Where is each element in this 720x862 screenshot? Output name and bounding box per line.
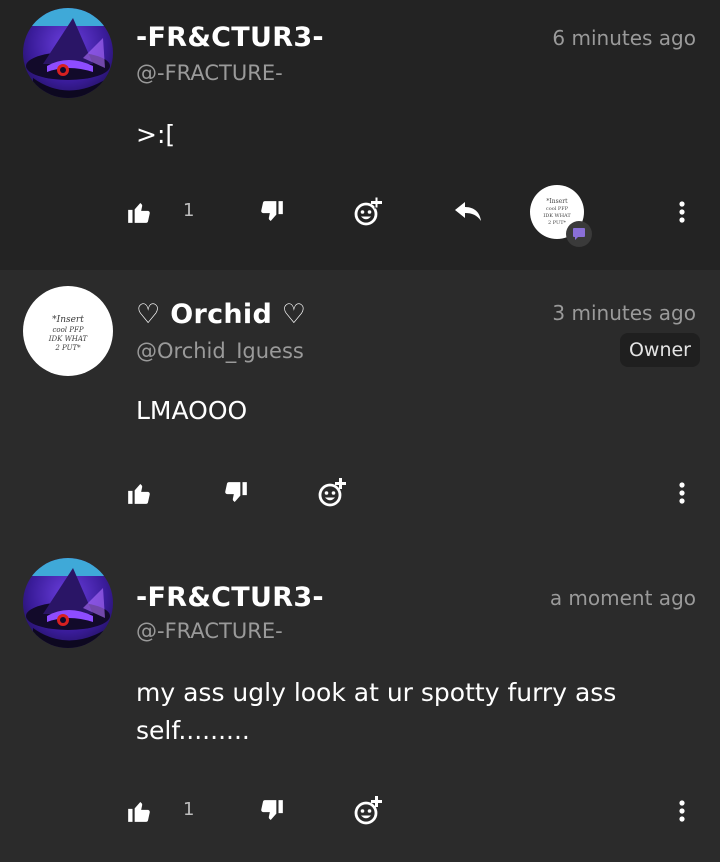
svg-text:*Insert: *Insert bbox=[52, 315, 84, 325]
user-handle[interactable]: @-FRACTURE- bbox=[136, 619, 283, 643]
like-count: 1 bbox=[183, 799, 195, 820]
more-options-button[interactable] bbox=[672, 791, 692, 831]
display-name[interactable]: ♡ Orchid ♡ bbox=[136, 299, 306, 330]
like-button[interactable] bbox=[124, 791, 154, 831]
like-count: 1 bbox=[183, 200, 195, 221]
display-name[interactable]: -FR&CTUR3- bbox=[136, 22, 324, 53]
timestamp: 3 minutes ago bbox=[552, 301, 696, 325]
thumbs-up-icon bbox=[128, 802, 150, 822]
like-button[interactable] bbox=[124, 473, 154, 513]
dislike-button[interactable] bbox=[221, 473, 251, 513]
comment-actions bbox=[0, 473, 720, 513]
comment-card: -FR&CTUR3- @-FRACTURE- a moment ago my a… bbox=[0, 550, 720, 862]
add-reaction-button[interactable] bbox=[351, 791, 385, 831]
comment-card: *Insert cool PFP IDK WHAT 2 PUT* ♡ Orchi… bbox=[0, 270, 720, 550]
timestamp: a moment ago bbox=[549, 586, 696, 610]
comment-actions: 1 *Insert cool PFP IDK WHAT 2 PUT* bbox=[0, 185, 720, 247]
comment-text: my ass ugly look at ur spotty furry ass … bbox=[136, 678, 617, 745]
reply-button[interactable] bbox=[451, 192, 485, 232]
avatar[interactable] bbox=[23, 8, 113, 98]
user-handle[interactable]: @Orchid_Iguess bbox=[136, 339, 304, 363]
display-name[interactable]: -FR&CTUR3- bbox=[136, 582, 324, 613]
svg-text:*Insert: *Insert bbox=[546, 198, 568, 205]
reply-arrow-icon bbox=[455, 202, 481, 221]
timestamp: 6 minutes ago bbox=[552, 26, 696, 50]
chat-bubble-icon bbox=[573, 228, 585, 240]
add-reaction-button[interactable] bbox=[315, 473, 349, 513]
thumbs-down-icon bbox=[261, 800, 283, 820]
add-reaction-button[interactable] bbox=[351, 192, 385, 232]
thumbs-up-icon bbox=[128, 203, 150, 223]
svg-text:2 PUT*: 2 PUT* bbox=[54, 344, 81, 352]
comment-text: LMAOOO bbox=[136, 396, 248, 425]
add-reaction-icon bbox=[318, 478, 346, 507]
svg-text:2 PUT*: 2 PUT* bbox=[548, 220, 567, 226]
add-reaction-icon bbox=[354, 796, 382, 825]
more-vertical-icon bbox=[679, 201, 685, 223]
svg-text:cool PFP: cool PFP bbox=[546, 206, 569, 212]
user-handle[interactable]: @-FRACTURE- bbox=[136, 61, 283, 85]
comment-card: -FR&CTUR3- @-FRACTURE- 6 minutes ago >:[… bbox=[0, 0, 720, 270]
comment-actions: 1 bbox=[0, 791, 720, 831]
thumbs-down-icon bbox=[225, 482, 247, 502]
more-options-button[interactable] bbox=[672, 473, 692, 513]
dislike-button[interactable] bbox=[257, 791, 287, 831]
dislike-button[interactable] bbox=[257, 192, 287, 232]
more-options-button[interactable] bbox=[672, 192, 692, 232]
avatar[interactable] bbox=[23, 558, 113, 648]
reply-indicator-badge bbox=[566, 221, 592, 247]
like-button[interactable] bbox=[124, 192, 154, 232]
more-vertical-icon bbox=[679, 482, 685, 504]
svg-text:IDK WHAT: IDK WHAT bbox=[543, 213, 571, 219]
thumbs-up-icon bbox=[128, 484, 150, 504]
thumbs-down-icon bbox=[261, 201, 283, 221]
comment-text: >:[ bbox=[136, 120, 176, 149]
avatar[interactable]: *Insert cool PFP IDK WHAT 2 PUT* bbox=[23, 286, 113, 376]
owner-badge: Owner bbox=[619, 333, 700, 367]
add-reaction-icon bbox=[354, 196, 382, 226]
more-vertical-icon bbox=[679, 800, 685, 822]
svg-text:IDK WHAT: IDK WHAT bbox=[48, 335, 89, 343]
svg-text:cool PFP: cool PFP bbox=[52, 326, 83, 334]
